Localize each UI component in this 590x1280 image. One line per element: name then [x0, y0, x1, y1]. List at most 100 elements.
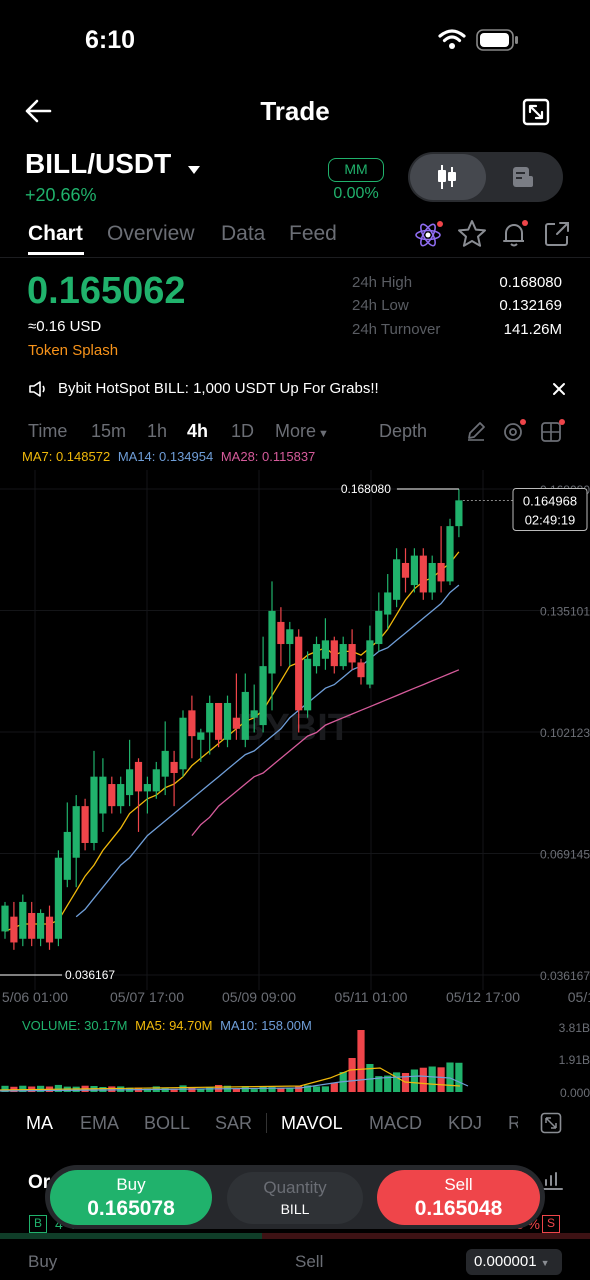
ind-more[interactable]: R — [508, 1113, 518, 1134]
low-marker-label: 0.036167 — [65, 968, 115, 982]
tf-time[interactable]: Time — [28, 421, 67, 442]
candle-body — [232, 717, 240, 729]
volume-bar — [250, 1089, 258, 1092]
ind-macd[interactable]: MACD — [369, 1113, 422, 1134]
volume-bar — [437, 1067, 445, 1092]
candle-body — [277, 621, 285, 645]
x-tick-label: 05/07 17:00 — [110, 989, 184, 1005]
x-tick-label: 05/11 01:00 — [335, 989, 408, 1005]
candle-body — [419, 555, 427, 593]
indicator-divider — [266, 1113, 267, 1133]
volume-y-tick: 0.000 — [560, 1086, 590, 1100]
candle-body — [179, 717, 187, 770]
candle-body — [250, 710, 258, 718]
candle-body — [99, 776, 107, 814]
volume-bar — [259, 1086, 267, 1092]
candle-body — [410, 555, 418, 586]
volume-bar — [321, 1086, 329, 1092]
candle-body — [401, 562, 410, 578]
ai-atom-icon[interactable] — [414, 220, 444, 253]
view-toggle[interactable] — [408, 152, 563, 202]
tab-data[interactable]: Data — [221, 222, 265, 246]
ma7-legend: MA7: 0.148572 — [22, 449, 111, 464]
page-title: Trade — [260, 96, 330, 126]
ind-sar[interactable]: SAR — [215, 1113, 252, 1134]
tf-depth[interactable]: Depth — [379, 421, 427, 442]
ind-ma[interactable]: MA — [26, 1113, 53, 1134]
volume-bar — [428, 1066, 436, 1092]
quantity-button[interactable]: Quantity BILL — [227, 1172, 363, 1224]
indicator-settings-icon[interactable] — [502, 418, 528, 449]
ma28-legend: MA28: 0.115837 — [220, 449, 316, 464]
tab-feed[interactable]: Feed — [289, 222, 337, 246]
tf-1d[interactable]: 1D — [231, 421, 254, 442]
announcement-banner[interactable]: Bybit HotSpot BILL: 1,000 USDT Up For Gr… — [58, 380, 379, 397]
wifi-icon — [438, 28, 466, 55]
y-tick-label: 0.102123 — [540, 726, 590, 740]
volume-y-tick: 1.91B — [559, 1053, 590, 1067]
candle-body — [384, 592, 392, 615]
precision-selector[interactable]: 0.000001 ▼ — [466, 1249, 562, 1275]
volume-bar — [232, 1089, 240, 1092]
fullscreen-icon[interactable] — [522, 98, 550, 131]
tf-more[interactable]: More ▼ — [275, 421, 329, 442]
candle-body — [37, 912, 45, 939]
pencil-icon[interactable] — [465, 420, 487, 447]
stat-24h-turnover-value: 141.26M — [503, 321, 562, 338]
sell-button[interactable]: Sell 0.165048 — [377, 1170, 540, 1225]
candle-body — [428, 562, 436, 593]
caret-down-icon: ▼ — [318, 428, 329, 440]
candle-body — [357, 662, 365, 678]
volume-bar — [410, 1069, 418, 1092]
ind-kdj[interactable]: KDJ — [448, 1113, 482, 1134]
pair-change: +20.66% — [25, 185, 97, 205]
buy-button-price: 0.165078 — [87, 1197, 175, 1220]
candle-body — [170, 761, 178, 773]
ma14-legend: MA14: 0.134954 — [117, 449, 214, 464]
last-price: 0.165062 — [27, 270, 186, 312]
close-icon[interactable] — [552, 382, 566, 401]
candle-body — [72, 806, 80, 858]
quantity-label: Quantity — [263, 1178, 327, 1197]
tf-1h[interactable]: 1h — [147, 421, 167, 442]
expand-indicators-icon[interactable] — [540, 1112, 562, 1139]
candle-body — [10, 916, 18, 943]
ind-mavol[interactable]: MAVOL — [281, 1113, 343, 1134]
ind-boll[interactable]: BOLL — [144, 1113, 190, 1134]
sell-depth-bar — [262, 1233, 590, 1239]
candle-body — [45, 916, 54, 943]
mm-badge[interactable]: MM — [328, 158, 384, 182]
buy-button-label: Buy — [116, 1175, 146, 1194]
candle-body — [28, 912, 36, 939]
share-icon[interactable] — [543, 220, 571, 253]
candle-body — [312, 644, 321, 667]
layout-grid-icon[interactable] — [540, 418, 566, 449]
tf-15m[interactable]: 15m — [91, 421, 126, 442]
volume-chart: 3.81B 1.91B 0.000 — [0, 1021, 590, 1100]
candlestick-chart[interactable]: BYBIT0.1680800.1351010.1021230.0691450.0… — [0, 470, 590, 1010]
pair-name: BILL/USDT — [25, 148, 172, 179]
precision-value: 0.000001 — [474, 1253, 537, 1270]
tab-overview[interactable]: Overview — [107, 222, 195, 246]
candle-body — [215, 702, 223, 740]
document-view-icon[interactable] — [511, 165, 535, 194]
pair-selector[interactable]: BILL/USDT — [25, 148, 201, 182]
stat-24h-high-value: 0.168080 — [499, 274, 562, 291]
y-tick-label: 0.036167 — [540, 969, 590, 983]
tab-chart[interactable]: Chart — [28, 222, 83, 246]
candle-body — [54, 857, 62, 939]
candle-body — [126, 769, 134, 796]
candle-body — [321, 640, 329, 659]
bell-icon[interactable] — [500, 219, 530, 254]
token-splash-tag[interactable]: Token Splash — [28, 342, 118, 359]
star-icon[interactable] — [457, 219, 487, 254]
candle-body — [223, 702, 232, 740]
buy-button[interactable]: Buy 0.165078 — [50, 1170, 212, 1225]
y-tick-label: 0.135101 — [540, 605, 590, 619]
volume-y-tick: 3.81B — [559, 1021, 590, 1035]
tf-4h[interactable]: 4h — [187, 421, 208, 442]
volume-bar — [108, 1086, 116, 1092]
candle-body — [206, 702, 214, 733]
ind-ema[interactable]: EMA — [80, 1113, 119, 1134]
candle-body — [348, 644, 356, 663]
